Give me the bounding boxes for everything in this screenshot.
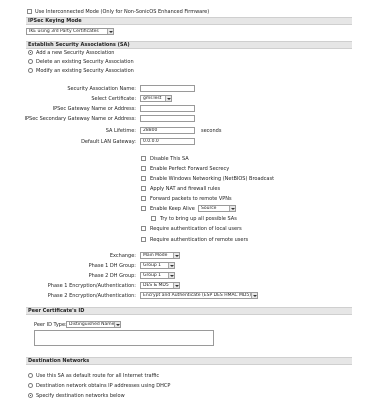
- bring-up-all-sas-label: Try to bring up all possible SAs: [160, 216, 237, 222]
- select-certificate-select[interactable]: gmsTest: [140, 95, 172, 102]
- sa-name-label: Security Association Name:: [67, 86, 136, 92]
- delete-sa-label: Delete an existing Security Association: [36, 59, 134, 65]
- chevron-down-icon: [251, 293, 257, 298]
- specify-networks-radio[interactable]: [28, 393, 33, 398]
- lan-gateway-label: Default LAN Gateway:: [81, 139, 136, 145]
- chevron-down-icon: [114, 322, 120, 327]
- add-sa-label: Add a new Security Association: [36, 50, 115, 56]
- dhcp-label: Destination network obtains IP addresses…: [36, 383, 171, 389]
- sa-name-input[interactable]: [140, 85, 195, 92]
- pfs-checkbox[interactable]: [141, 166, 146, 171]
- interconnected-mode-label: Use Interconnected Mode (Only for Non-So…: [35, 9, 210, 15]
- select-certificate-value: gmsTest: [143, 96, 162, 101]
- forward-packets-checkbox[interactable]: [141, 196, 146, 201]
- gateway-input[interactable]: [140, 105, 195, 112]
- phase2-dh-label: Phase 2 DH Group:: [88, 273, 136, 279]
- dhcp-radio[interactable]: [28, 383, 33, 388]
- dest-networks-section-header: Destination Networks: [26, 357, 352, 365]
- peer-id-type-label: Peer ID Type:: [34, 322, 67, 328]
- sa-lifetime-label: SA Lifetime:: [105, 128, 136, 134]
- exchange-select[interactable]: Main Mode: [140, 252, 180, 259]
- peer-cert-title: Peer Certificate's ID: [28, 308, 85, 314]
- netbios-checkbox[interactable]: [141, 176, 146, 181]
- keep-alive-checkbox[interactable]: [141, 206, 146, 211]
- specify-networks-label: Specify destination networks below: [36, 393, 125, 399]
- keep-alive-select[interactable]: Source: [198, 205, 236, 212]
- exchange-label: Exchange:: [109, 253, 136, 259]
- secondary-gateway-input[interactable]: [140, 115, 195, 122]
- modify-sa-label: Modify an existing Security Association: [36, 68, 134, 74]
- lan-gateway-input[interactable]: 0.0.0.0: [140, 138, 195, 145]
- dest-networks-title: Destination Networks: [28, 358, 90, 364]
- peer-id-type-select[interactable]: Distinguished Name: [66, 321, 121, 328]
- disable-sa-checkbox[interactable]: [141, 156, 146, 161]
- remote-auth-label: Require authentication of remote users: [150, 237, 249, 243]
- chevron-down-icon: [168, 263, 174, 268]
- ipsec-keying-mode-select[interactable]: IKE using 3rd Party Certificates: [26, 28, 114, 35]
- nat-firewall-checkbox[interactable]: [141, 186, 146, 191]
- sa-section-title: Establish Security Associations (SA): [28, 42, 130, 48]
- local-auth-label: Require authentication of local users: [150, 226, 242, 232]
- ipsec-keying-mode-value: IKE using 3rd Party Certificates: [29, 29, 99, 34]
- netbios-label: Enable Windows Networking (NetBIOS) Broa…: [150, 176, 275, 182]
- default-route-label: Use this SA as default route for all Int…: [36, 373, 160, 379]
- sa-lifetime-unit: seconds: [201, 128, 222, 134]
- peer-cert-section-header: Peer Certificate's ID: [26, 307, 352, 315]
- phase2-dh-value: Group 1: [143, 273, 161, 278]
- add-sa-radio[interactable]: [28, 50, 33, 55]
- forward-packets-label: Forward packets to remote VPNs: [150, 196, 232, 202]
- local-auth-checkbox[interactable]: [141, 226, 146, 231]
- keep-alive-label: Enable Keep Alive: [150, 206, 195, 212]
- secondary-gateway-label: IPSec Secondary Gateway Name or Address:: [24, 116, 136, 122]
- phase1-dh-label: Phase 1 DH Group:: [88, 263, 136, 269]
- ipsec-keying-section-header: IPSec Keying Mode: [26, 17, 352, 25]
- peer-id-textarea[interactable]: [34, 330, 214, 346]
- delete-sa-radio[interactable]: [28, 59, 33, 64]
- disable-sa-label: Disable This SA: [150, 156, 189, 162]
- phase2-enc-value: Encrypt and Authenticate (ESP DES HMAC M…: [143, 293, 252, 298]
- chevron-down-icon: [168, 273, 174, 278]
- interconnected-mode-checkbox[interactable]: [27, 9, 32, 14]
- peer-id-type-value: Distinguished Name: [69, 322, 115, 327]
- phase1-dh-select[interactable]: Group 1: [140, 262, 175, 269]
- phase1-dh-value: Group 1: [143, 263, 161, 268]
- chevron-down-icon: [173, 283, 179, 288]
- gateway-label: IPSec Gateway Name or Address:: [52, 106, 136, 112]
- sa-section-header: Establish Security Associations (SA): [26, 41, 352, 49]
- chevron-down-icon: [229, 206, 235, 211]
- phase2-dh-select[interactable]: Group 1: [140, 272, 175, 279]
- chevron-down-icon: [165, 96, 171, 101]
- phase1-enc-select[interactable]: DES & MD5: [140, 282, 180, 289]
- remote-auth-checkbox[interactable]: [141, 237, 146, 242]
- phase2-enc-select[interactable]: Encrypt and Authenticate (ESP DES HMAC M…: [140, 292, 258, 299]
- chevron-down-icon: [173, 253, 179, 258]
- select-certificate-label: Select Certificate:: [91, 96, 136, 102]
- keep-alive-value: Source: [201, 206, 217, 211]
- chevron-down-icon: [107, 29, 113, 34]
- phase1-enc-label: Phase 1 Encryption/Authentication:: [47, 283, 136, 289]
- ipsec-keying-title: IPSec Keying Mode: [28, 18, 82, 24]
- bring-up-all-sas-checkbox[interactable]: [151, 216, 156, 221]
- nat-firewall-label: Apply NAT and firewall rules: [150, 186, 221, 192]
- exchange-value: Main Mode: [143, 253, 168, 258]
- modify-sa-radio[interactable]: [28, 68, 33, 73]
- phase1-enc-value: DES & MD5: [143, 283, 169, 288]
- default-route-radio[interactable]: [28, 373, 33, 378]
- sa-lifetime-input[interactable]: 28800: [140, 127, 195, 134]
- phase2-enc-label: Phase 2 Encryption/Authentication:: [47, 293, 136, 299]
- pfs-label: Enable Perfect Forward Secrecy: [150, 166, 230, 172]
